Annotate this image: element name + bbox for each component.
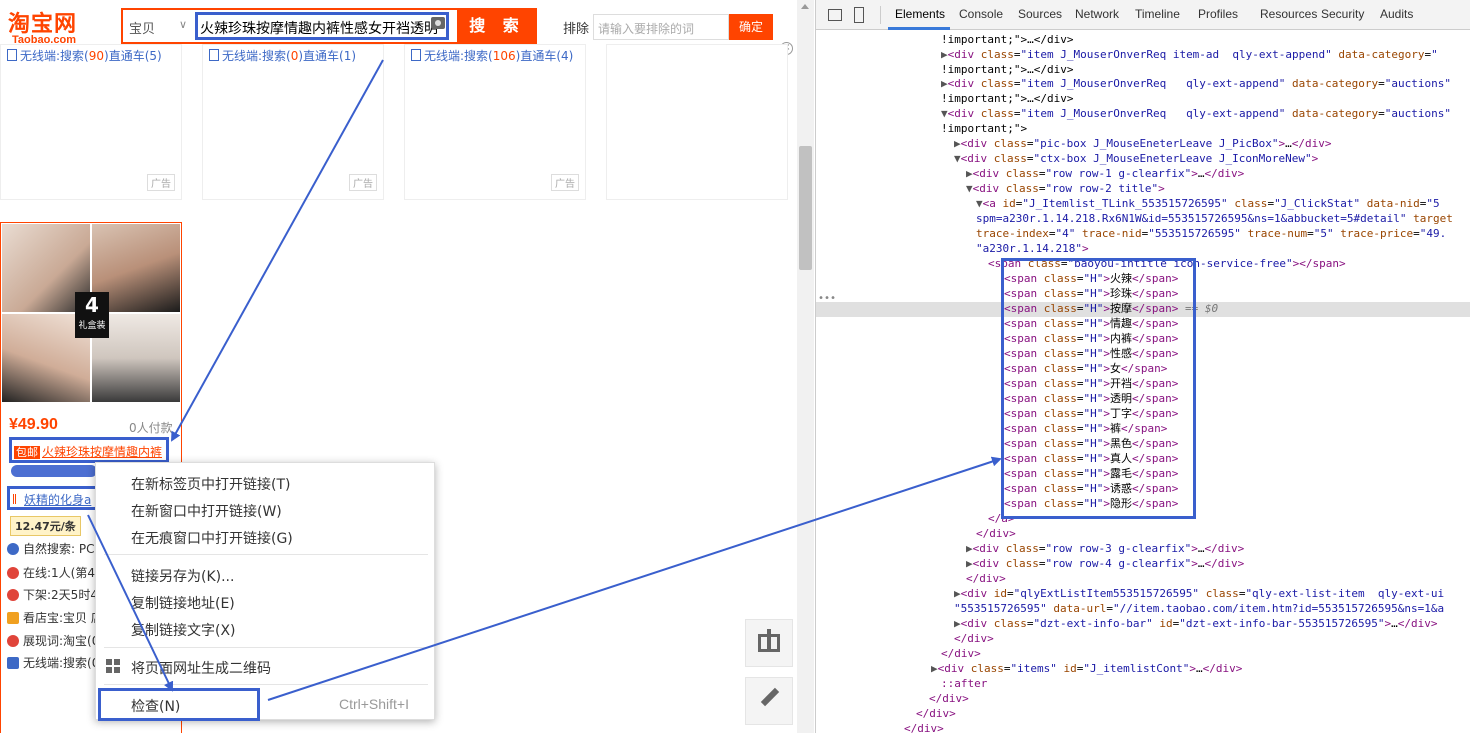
inspect-highlight-box xyxy=(98,688,260,721)
menu-inspect-shortcut: Ctrl+Shift+I xyxy=(338,696,409,712)
phone-icon xyxy=(7,657,19,669)
search-bar: 宝贝 ∨ 火辣珍珠按摩情趣内裤性感女开裆透明 搜 索 xyxy=(121,8,537,44)
gift-button[interactable] xyxy=(745,619,793,667)
device-mode-icon[interactable] xyxy=(854,7,864,23)
exclude-label: 排除 xyxy=(563,22,590,37)
ad-card[interactable]: 无线端:搜索(0)直通车(1) 广告 xyxy=(202,44,384,200)
menu-separator xyxy=(104,647,428,648)
scroll-up-icon[interactable] xyxy=(801,4,809,9)
phone-icon xyxy=(411,49,421,61)
product-title[interactable]: 包邮 火辣珍珠按摩情趣内裤 xyxy=(9,437,169,463)
tab-resources[interactable]: Resources xyxy=(1260,7,1317,21)
menu-save-link-as[interactable]: 链接另存为(K)... xyxy=(131,566,234,586)
ad-card[interactable]: 无线端:搜索(90)直通车(5) 广告 xyxy=(0,44,182,200)
user-icon xyxy=(7,635,19,647)
paid-count: 0人付款 xyxy=(129,421,173,435)
product-image[interactable]: 4 礼盒装 xyxy=(2,224,182,404)
clock-icon xyxy=(7,589,19,601)
gift-box-badge: 4 礼盒装 xyxy=(75,292,109,338)
menu-separator xyxy=(104,684,428,685)
mail-icon xyxy=(7,612,19,624)
search-type-label: 宝贝 xyxy=(129,22,156,37)
gift-icon xyxy=(758,629,780,652)
tab-console[interactable]: Console xyxy=(959,7,1003,21)
exclude-confirm-button[interactable]: 确定 xyxy=(729,14,773,40)
h-spans-highlight-box xyxy=(1001,258,1196,519)
card-stat: 无线端:搜索(90)直通车(5) xyxy=(7,47,162,64)
tab-timeline[interactable]: Timeline xyxy=(1135,7,1180,21)
screenshot-root: 淘宝网 Taobao.com 宝贝 ∨ 火辣珍珠按摩情趣内裤性感女开裆透明 搜 … xyxy=(0,0,1470,733)
tab-profiles[interactable]: Profiles xyxy=(1198,7,1238,21)
tab-sources[interactable]: Sources xyxy=(1018,7,1062,21)
devtools-tabbar: Elements Console Sources Network Timelin… xyxy=(816,0,1470,30)
tab-security[interactable]: Security xyxy=(1321,7,1364,21)
menu-open-incognito[interactable]: 在无痕窗口中打开链接(G) xyxy=(131,528,293,548)
online-icon xyxy=(7,567,19,579)
search-source-icon xyxy=(7,543,19,555)
inspect-element-icon[interactable] xyxy=(828,9,842,21)
product-price: ¥49.90 xyxy=(9,416,58,433)
menu-copy-link-text[interactable]: 复制链接文字(X) xyxy=(131,620,236,640)
shop-icon xyxy=(13,494,21,504)
tab-audits[interactable]: Audits xyxy=(1380,7,1413,21)
ad-tag: 广告 xyxy=(349,174,377,191)
search-input[interactable]: 火辣珍珠按摩情趣内裤性感女开裆透明 xyxy=(195,12,449,40)
card-stat: 无线端:搜索(0)直通车(1) xyxy=(209,47,356,64)
qr-code-icon xyxy=(106,659,120,673)
meta-row[interactable]: 看店宝:宝贝 店 xyxy=(7,609,103,626)
taobao-page: 淘宝网 Taobao.com 宝贝 ∨ 火辣珍珠按摩情趣内裤性感女开裆透明 搜 … xyxy=(0,0,815,733)
menu-open-new-window[interactable]: 在新窗口中打开链接(W) xyxy=(131,501,282,521)
context-menu: 在新标签页中打开链接(T) 在新窗口中打开链接(W) 在无痕窗口中打开链接(G)… xyxy=(95,462,435,721)
tab-network[interactable]: Network xyxy=(1075,7,1119,21)
menu-open-new-tab[interactable]: 在新标签页中打开链接(T) xyxy=(131,474,290,494)
ad-tag: 广告 xyxy=(147,174,175,191)
pencil-icon xyxy=(760,687,780,707)
feedback-button[interactable] xyxy=(745,677,793,725)
product-title-link[interactable]: 火辣珍珠按摩情趣内裤 xyxy=(42,445,162,459)
phone-icon xyxy=(7,49,17,61)
exclude-input[interactable]: 请输入要排除的词 xyxy=(593,14,729,40)
phone-icon xyxy=(209,49,219,61)
search-button[interactable]: 搜 索 xyxy=(457,8,537,44)
meta-row[interactable]: 无线端:搜索(0 xyxy=(7,654,99,671)
ad-card[interactable] xyxy=(606,44,788,200)
ad-tag: 广告 xyxy=(551,174,579,191)
scroll-thumb[interactable] xyxy=(799,146,812,270)
devtools-panel: Elements Console Sources Network Timelin… xyxy=(815,0,1470,733)
taobao-logo[interactable]: 淘宝网 Taobao.com xyxy=(8,6,103,46)
meta-row[interactable]: 自然搜索: PC xyxy=(7,540,94,557)
tab-elements[interactable]: Elements xyxy=(895,7,945,21)
meta-row[interactable]: 展现词:淘宝(0 xyxy=(7,632,99,649)
menu-separator xyxy=(104,554,428,555)
menu-generate-qr[interactable]: 将页面网址生成二维码 xyxy=(131,658,271,678)
page-scrollbar[interactable] xyxy=(797,0,814,733)
camera-icon[interactable] xyxy=(431,17,445,29)
redacted-scribble xyxy=(11,465,97,477)
free-shipping-badge: 包邮 xyxy=(14,446,40,459)
card-stat: 无线端:搜索(106)直通车(4) xyxy=(411,47,573,64)
meta-row[interactable]: 在线:1人(第40 xyxy=(7,564,103,581)
node-menu-dots[interactable]: ••• xyxy=(818,293,836,304)
tab-separator xyxy=(880,6,881,24)
menu-copy-link-address[interactable]: 复制链接地址(E) xyxy=(131,593,235,613)
active-tab-indicator xyxy=(888,27,950,30)
unit-price-tag: 12.47元/条 xyxy=(10,516,81,536)
ad-card[interactable]: 无线端:搜索(106)直通车(4) 广告 xyxy=(404,44,586,200)
search-type-select[interactable]: 宝贝 ∨ xyxy=(129,18,188,37)
meta-row[interactable]: 下架:2天5时4 xyxy=(7,586,98,603)
chevron-down-icon: ∨ xyxy=(179,18,188,31)
